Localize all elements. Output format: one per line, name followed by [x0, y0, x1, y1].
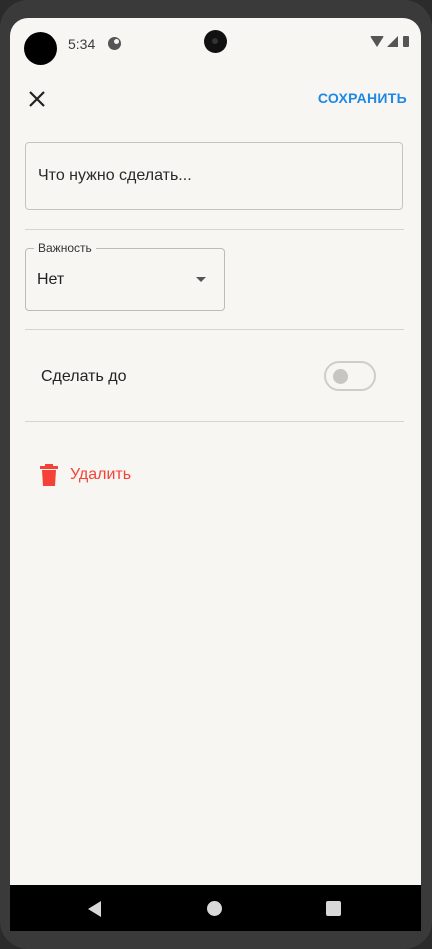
importance-dropdown[interactable]: Важность Нет: [25, 241, 225, 311]
avatar: [24, 32, 57, 65]
importance-label: Важность: [34, 241, 96, 255]
save-button[interactable]: СОХРАНИТЬ: [316, 88, 409, 108]
dropdown-arrow-icon: [196, 277, 206, 282]
camera-cutout: [204, 30, 227, 53]
divider: [25, 329, 404, 330]
trash-icon: [40, 464, 58, 486]
deadline-label: Сделать до: [41, 368, 127, 385]
delete-label: Удалить: [70, 466, 132, 483]
home-icon[interactable]: [207, 901, 222, 916]
signal-icon: [387, 36, 398, 47]
device-frame: 5:34 СОХРАНИТЬ Важность Нет Сделать до: [0, 0, 432, 949]
switch-thumb: [333, 369, 348, 384]
back-icon[interactable]: [88, 901, 101, 917]
app-notification-icon: [108, 37, 121, 50]
screen: 5:34 СОХРАНИТЬ Важность Нет Сделать до: [10, 18, 421, 931]
close-button[interactable]: [24, 86, 50, 112]
status-bar: 5:34: [10, 18, 421, 68]
task-input[interactable]: [25, 142, 403, 210]
divider: [25, 229, 404, 230]
divider: [25, 421, 404, 422]
status-icons: [370, 36, 409, 47]
delete-button[interactable]: Удалить: [40, 462, 131, 488]
status-time: 5:34: [68, 36, 96, 52]
close-icon: [29, 91, 45, 107]
wifi-icon: [370, 36, 384, 47]
importance-value: Нет: [37, 271, 65, 288]
deadline-switch[interactable]: [324, 361, 376, 391]
battery-icon: [403, 36, 409, 47]
recents-icon[interactable]: [326, 901, 341, 916]
navigation-bar: [10, 885, 421, 931]
